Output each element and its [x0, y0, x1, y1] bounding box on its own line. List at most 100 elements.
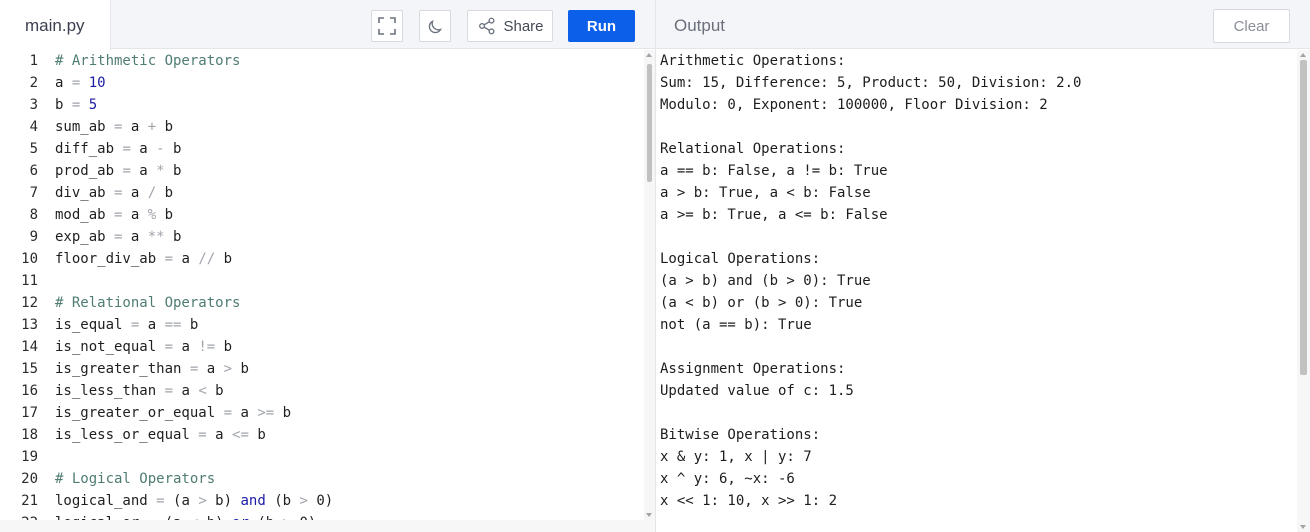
code-token: b	[156, 207, 174, 223]
line-number: 22	[0, 512, 38, 520]
output-vertical-scrollbar[interactable]	[1297, 50, 1310, 532]
fullscreen-button[interactable]	[371, 10, 403, 42]
code-token: <	[198, 383, 207, 399]
line-number: 7	[29, 185, 38, 201]
clear-button[interactable]: Clear	[1213, 9, 1290, 43]
file-tab[interactable]: main.py	[0, 0, 111, 50]
code-text: exp_ab = a ** b	[55, 226, 181, 248]
code-token: b	[164, 229, 182, 245]
code-token: b	[215, 339, 233, 355]
code-token: b	[156, 119, 174, 135]
code-token: /	[147, 185, 157, 201]
code-text: is_equal = a == b	[55, 314, 198, 336]
code-line: 14 is_not_equal = a != b	[0, 336, 644, 358]
output-line: Relational Operations:	[660, 141, 846, 157]
line-number: 2	[29, 75, 38, 91]
code-text: div_ab = a / b	[55, 182, 173, 204]
output-line: a >= b: True, a <= b: False	[660, 207, 888, 223]
code-text: # Logical Operators	[55, 468, 215, 490]
output-line: Assignment Operations:	[660, 361, 846, 377]
code-line: 19	[0, 446, 644, 468]
output-console: Arithmetic Operations: Sum: 15, Differenc…	[660, 50, 1296, 532]
code-token: !=	[198, 339, 216, 355]
scroll-down-arrow-icon[interactable]	[646, 513, 652, 517]
scroll-up-arrow-icon[interactable]	[1300, 53, 1306, 57]
scroll-down-arrow-icon[interactable]	[1300, 525, 1306, 529]
code-line: 4 sum_ab = a + b	[0, 116, 644, 138]
line-number: 12	[21, 295, 38, 311]
code-token: floor_div_ab	[55, 251, 165, 267]
code-token: a	[173, 383, 199, 399]
line-number: 15	[21, 361, 38, 377]
code-token: 10	[88, 75, 106, 91]
output-line: Arithmetic Operations:	[660, 53, 846, 69]
code-token: 5	[88, 97, 98, 113]
code-token: a	[139, 317, 165, 333]
code-line: 21 logical_and = (a > b) and (b > 0)	[0, 490, 644, 512]
share-button[interactable]: Share	[467, 10, 553, 42]
output-title: Output	[674, 16, 726, 35]
code-token: div_ab	[55, 185, 115, 201]
code-text: is_greater_than = a > b	[55, 358, 249, 380]
code-token: =	[164, 339, 174, 355]
code-token: =	[223, 405, 233, 421]
output-line: Sum: 15, Difference: 5, Product: 50, Div…	[660, 75, 1082, 91]
code-token: +	[147, 119, 157, 135]
code-line: 5 diff_ab = a - b	[0, 138, 644, 160]
line-number: 21	[21, 493, 38, 509]
code-token: is_not_equal	[55, 339, 165, 355]
code-token: =	[156, 493, 165, 509]
code-text: sum_ab = a + b	[55, 116, 173, 138]
code-text: mod_ab = a % b	[55, 204, 173, 226]
code-text: prod_ab = a * b	[55, 160, 181, 182]
editor-scroll-thumb[interactable]	[647, 64, 652, 182]
code-token: a	[206, 427, 233, 443]
line-number: 16	[21, 383, 38, 399]
line-number: 14	[21, 339, 38, 355]
code-token: ==	[164, 317, 182, 333]
code-token: =	[122, 163, 131, 179]
output-line: Modulo: 0, Exponent: 100000, Floor Divis…	[660, 97, 1048, 113]
code-token: b	[164, 163, 182, 179]
theme-toggle-button[interactable]	[419, 10, 451, 42]
code-editor[interactable]: 1 # Arithmetic Operators 2 a = 10 3 b = 5 4 sum…	[0, 50, 644, 520]
editor-horizontal-scrollbar[interactable]	[0, 520, 655, 532]
code-token: b	[206, 383, 224, 399]
code-text: floor_div_ab = a // b	[55, 248, 232, 270]
line-number: 13	[21, 317, 38, 333]
code-line: 3 b = 5	[0, 94, 644, 116]
output-scroll-thumb[interactable]	[1300, 60, 1307, 375]
code-line: 17 is_greater_or_equal = a >= b	[0, 402, 644, 424]
code-token: # Relational Operators	[55, 295, 241, 311]
code-token: =	[198, 427, 207, 443]
code-text: diff_ab = a - b	[55, 138, 181, 160]
code-token: is_equal	[55, 317, 131, 333]
code-token: a	[122, 119, 148, 135]
code-token: a	[173, 339, 199, 355]
line-number: 3	[29, 97, 38, 113]
code-line: 18 is_less_or_equal = a <= b	[0, 424, 644, 446]
editor-vertical-scrollbar[interactable]	[644, 50, 655, 520]
output-line: (a > b) and (b > 0): True	[660, 273, 871, 289]
code-token: -	[156, 141, 165, 157]
code-token: a	[122, 185, 148, 201]
code-token: >	[198, 493, 207, 509]
editor-toolbar: main.py Share Run	[0, 0, 655, 50]
code-token: a	[122, 229, 148, 245]
code-token: 0)	[307, 493, 334, 509]
line-number: 8	[29, 207, 38, 223]
output-line: x << 1: 10, x >> 1: 2	[660, 493, 838, 509]
code-token: is_less_than	[55, 383, 165, 399]
run-button[interactable]: Run	[568, 10, 635, 42]
code-lines: 1 # Arithmetic Operators 2 a = 10 3 b = 5 4 sum…	[0, 50, 644, 520]
output-line: (a < b) or (b > 0): True	[660, 295, 863, 311]
code-token: >=	[257, 405, 275, 421]
pane-divider[interactable]	[655, 0, 656, 532]
code-token: logical_and	[55, 493, 157, 509]
code-line: 6 prod_ab = a * b	[0, 160, 644, 182]
scroll-up-arrow-icon[interactable]	[646, 53, 652, 57]
